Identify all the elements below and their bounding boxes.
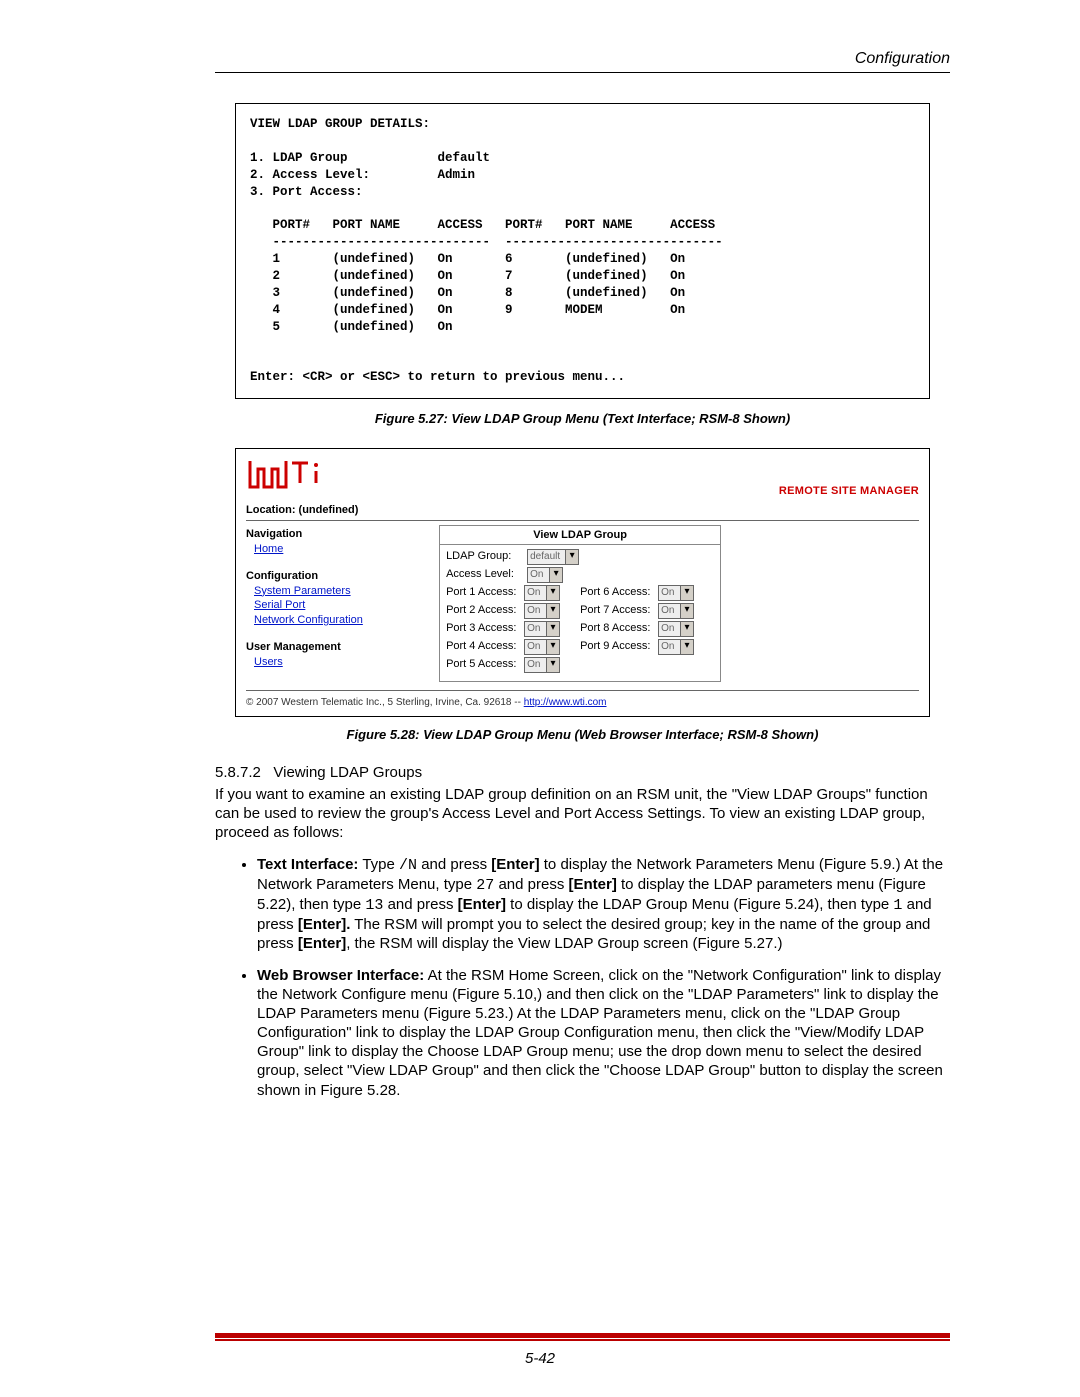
divider [246,690,919,691]
port-access-select[interactable]: On▾ [658,585,694,601]
port-access-select[interactable]: On▾ [524,639,560,655]
nav-link-serial-port[interactable]: Serial Port [254,598,406,613]
nav-heading: Navigation [246,527,406,542]
access-level-label: Access Level: [446,568,524,580]
port-access-label: Port 9 Access: [580,640,658,652]
chevron-down-icon: ▾ [565,550,578,564]
port-access-select[interactable]: On▾ [524,603,560,619]
figure-caption-5-27: Figure 5.27: View LDAP Group Menu (Text … [215,411,950,426]
chevron-down-icon: ▾ [546,658,559,672]
config-heading: Configuration [246,569,406,584]
port-access-label: Port 4 Access: [446,640,524,652]
port-access-select[interactable]: On▾ [524,657,560,673]
nav-sidebar: Navigation Home Configuration System Par… [246,523,406,670]
list-item-text-interface: Text Interface: Type /N and press [Enter… [257,855,950,954]
port-access-label: Port 1 Access: [446,586,524,598]
nav-link-network-configuration[interactable]: Network Configuration [254,613,406,628]
text-interface-content: VIEW LDAP GROUP DETAILS: 1. LDAP Group d… [250,116,915,386]
nav-link-home[interactable]: Home [254,542,406,557]
instruction-list: Text Interface: Type /N and press [Enter… [215,855,950,1100]
access-level-select[interactable]: On▾ [527,567,563,583]
user-management-heading: User Management [246,640,406,655]
chevron-down-icon: ▾ [680,586,693,600]
wti-logo-icon [246,457,326,495]
chevron-down-icon: ▾ [680,640,693,654]
browser-footer: © 2007 Western Telematic Inc., 5 Sterlin… [246,697,919,708]
section-intro: If you want to examine an existing LDAP … [215,785,950,843]
divider [246,520,919,521]
port-access-select[interactable]: On▾ [658,639,694,655]
section-heading: 5.8.7.2 Viewing LDAP Groups [215,764,950,781]
wti-link[interactable]: http://www.wti.com [524,697,607,708]
form-title: View LDAP Group [440,526,720,545]
figure-caption-5-28: Figure 5.28: View LDAP Group Menu (Web B… [215,727,950,742]
text-interface-panel: VIEW LDAP GROUP DETAILS: 1. LDAP Group d… [235,103,930,399]
ldap-group-select[interactable]: default▾ [527,549,579,565]
chevron-down-icon: ▾ [680,604,693,618]
footer-rule [215,1333,950,1341]
port-access-label: Port 6 Access: [580,586,658,598]
location-label: Location: (undefined) [246,504,919,516]
port-access-label: Port 3 Access: [446,622,524,634]
chevron-down-icon: ▾ [549,568,562,582]
nav-link-users[interactable]: Users [254,655,406,670]
port-access-select[interactable]: On▾ [658,603,694,619]
view-ldap-group-form: View LDAP Group LDAP Group: default▾ Acc… [439,525,721,682]
nav-link-system-parameters[interactable]: System Parameters [254,584,406,599]
page-number: 5-42 [0,1350,1080,1367]
chevron-down-icon: ▾ [546,622,559,636]
remote-site-manager-label: REMOTE SITE MANAGER [779,485,919,497]
port-access-label: Port 7 Access: [580,604,658,616]
page-header-section: Configuration [215,50,950,68]
chevron-down-icon: ▾ [680,622,693,636]
chevron-down-icon: ▾ [546,586,559,600]
port-access-select[interactable]: On▾ [524,585,560,601]
port-access-label: Port 8 Access: [580,622,658,634]
browser-interface-panel: REMOTE SITE MANAGER Location: (undefined… [235,448,930,717]
list-item-web-browser: Web Browser Interface: At the RSM Home S… [257,966,950,1100]
ldap-group-label: LDAP Group: [446,550,524,562]
chevron-down-icon: ▾ [546,640,559,654]
port-access-label: Port 2 Access: [446,604,524,616]
port-access-label: Port 5 Access: [446,658,524,670]
chevron-down-icon: ▾ [546,604,559,618]
port-access-select[interactable]: On▾ [658,621,694,637]
header-rule [215,72,950,73]
port-access-select[interactable]: On▾ [524,621,560,637]
